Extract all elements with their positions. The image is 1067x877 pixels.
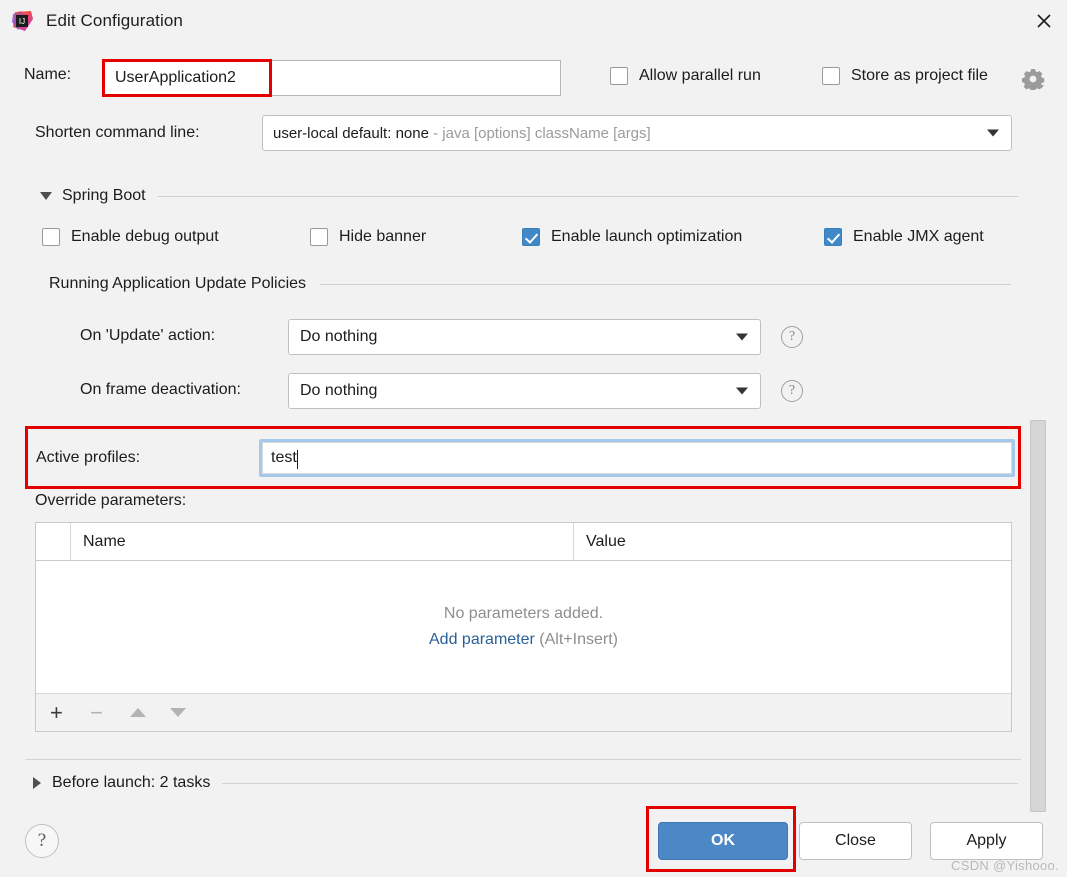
table-header-row: Name Value — [36, 523, 1011, 561]
watermark: CSDN @Yishooo. — [951, 858, 1059, 873]
divider — [320, 284, 1011, 285]
shorten-command-line-hint: - java [options] className [args] — [429, 125, 651, 142]
minus-icon: − — [90, 702, 103, 724]
edit-configuration-dialog: IJ Edit Configuration Name: Allow parall… — [0, 0, 1067, 877]
enable-debug-output-label: Enable debug output — [71, 228, 219, 246]
on-frame-deactivation-dropdown[interactable]: Do nothing — [288, 373, 761, 409]
active-profiles-input[interactable] — [262, 442, 1012, 474]
name-label: Name: — [24, 66, 71, 84]
chevron-down-icon[interactable] — [40, 192, 52, 200]
move-up-icon — [130, 708, 146, 717]
add-parameter-link[interactable]: Add parameter — [429, 631, 535, 648]
empty-state-action: Add parameter (Alt+Insert) — [429, 631, 618, 649]
title-bar: IJ Edit Configuration — [0, 0, 1067, 41]
enable-launch-optimization-label: Enable launch optimization — [551, 228, 742, 246]
enable-launch-optimization-checkbox[interactable]: Enable launch optimization — [522, 228, 742, 246]
update-policies-section-header: Running Application Update Policies — [49, 275, 1011, 293]
enable-jmx-agent-label: Enable JMX agent — [853, 228, 984, 246]
help-button[interactable]: ? — [25, 824, 59, 858]
on-frame-deactivation-row: On frame deactivation: Do nothing ? — [0, 373, 1067, 409]
on-update-action-row: On 'Update' action: Do nothing ? — [0, 319, 1067, 355]
table-empty-state: No parameters added. Add parameter (Alt+… — [36, 561, 1011, 693]
plus-icon: + — [50, 702, 63, 724]
enable-debug-output-checkbox[interactable]: Enable debug output — [42, 228, 219, 246]
active-profiles-field-wrapper — [259, 439, 1015, 477]
chevron-right-icon[interactable] — [33, 777, 41, 789]
vertical-scrollbar-thumb[interactable] — [1030, 420, 1046, 812]
add-parameter-button[interactable]: + — [50, 702, 90, 724]
allow-parallel-run-label: Allow parallel run — [639, 67, 761, 85]
hide-banner-label: Hide banner — [339, 228, 426, 246]
table-column-name[interactable]: Name — [71, 523, 574, 560]
divider — [222, 783, 1018, 784]
table-toolbar: + − — [36, 693, 1011, 731]
help-icon-on-frame-deactivation[interactable]: ? — [781, 380, 803, 402]
configuration-name-input[interactable] — [104, 60, 561, 96]
svg-text:IJ: IJ — [19, 17, 25, 26]
text-cursor — [297, 450, 298, 469]
move-parameter-down-button[interactable] — [170, 708, 210, 717]
divider — [158, 196, 1018, 197]
table-column-value[interactable]: Value — [574, 523, 1011, 560]
shorten-command-line-value: user-local default: none — [273, 125, 429, 142]
move-parameter-up-button[interactable] — [130, 708, 170, 717]
spring-boot-section-header[interactable]: Spring Boot — [40, 187, 1018, 205]
help-icon-on-update-action[interactable]: ? — [781, 326, 803, 348]
apply-button[interactable]: Apply — [930, 822, 1043, 860]
override-parameters-table: Name Value No parameters added. Add para… — [35, 522, 1012, 732]
active-profiles-label: Active profiles: — [36, 449, 140, 467]
update-policies-title: Running Application Update Policies — [49, 275, 306, 293]
checkbox-box-hide-banner[interactable] — [310, 228, 328, 246]
table-gutter-column — [36, 523, 71, 560]
checkbox-box-enable-launch-optimization[interactable] — [522, 228, 540, 246]
dialog-title: Edit Configuration — [46, 11, 183, 31]
on-update-action-label: On 'Update' action: — [80, 327, 215, 345]
column-header-value: Value — [586, 533, 626, 551]
checkbox-box-store-as-project-file[interactable] — [822, 67, 840, 85]
checkbox-box-allow-parallel-run[interactable] — [610, 67, 628, 85]
shorten-command-line-dropdown[interactable]: user-local default: none - java [options… — [262, 115, 1012, 151]
spring-boot-title: Spring Boot — [62, 187, 146, 205]
chevron-down-icon[interactable] — [736, 388, 748, 395]
checkbox-box-enable-jmx-agent[interactable] — [824, 228, 842, 246]
remove-parameter-button[interactable]: − — [90, 702, 130, 724]
allow-parallel-run-checkbox[interactable]: Allow parallel run — [610, 67, 761, 85]
store-as-project-file-checkbox[interactable]: Store as project file — [822, 67, 988, 85]
before-launch-section-header[interactable]: Before launch: 2 tasks — [33, 774, 1018, 792]
close-button[interactable]: Close — [799, 822, 912, 860]
add-parameter-shortcut-hint: (Alt+Insert) — [535, 631, 618, 648]
ok-button[interactable]: OK — [658, 822, 788, 860]
gear-dropdown-icon[interactable] — [1021, 68, 1045, 90]
shorten-command-line-label: Shorten command line: — [35, 124, 200, 142]
hide-banner-checkbox[interactable]: Hide banner — [310, 228, 426, 246]
chevron-down-icon[interactable] — [987, 130, 999, 137]
on-frame-deactivation-label: On frame deactivation: — [80, 381, 241, 399]
intellij-idea-logo-icon: IJ — [12, 10, 34, 32]
override-parameters-label: Override parameters: — [35, 492, 186, 510]
empty-state-text: No parameters added. — [444, 605, 603, 623]
on-frame-deactivation-value: Do nothing — [300, 382, 377, 400]
on-update-action-value: Do nothing — [300, 328, 377, 346]
move-down-icon — [170, 708, 186, 717]
enable-jmx-agent-checkbox[interactable]: Enable JMX agent — [824, 228, 984, 246]
on-update-action-dropdown[interactable]: Do nothing — [288, 319, 761, 355]
shorten-command-line-row: Shorten command line: user-local default… — [0, 114, 1067, 154]
vertical-scrollbar-track[interactable] — [1046, 105, 1067, 817]
column-header-name: Name — [83, 533, 126, 551]
chevron-down-icon[interactable] — [736, 334, 748, 341]
store-as-project-file-label: Store as project file — [851, 67, 988, 85]
before-launch-label: Before launch: 2 tasks — [52, 774, 210, 792]
checkbox-box-enable-debug-output[interactable] — [42, 228, 60, 246]
close-icon[interactable] — [1021, 0, 1067, 41]
